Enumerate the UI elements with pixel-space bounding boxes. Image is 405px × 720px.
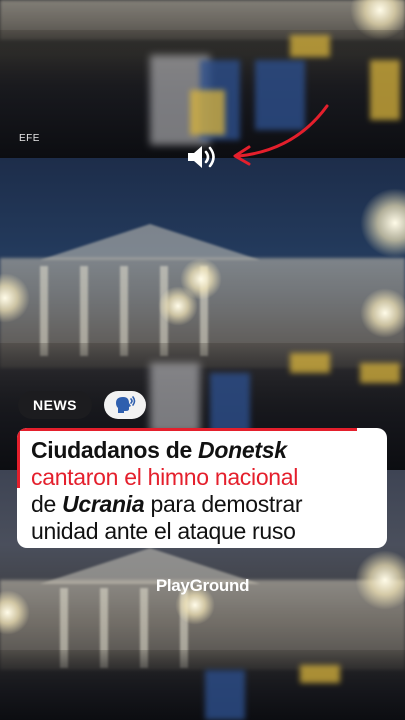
flag xyxy=(360,363,400,383)
flag xyxy=(210,373,250,433)
headline-line-3-prefix: de xyxy=(31,491,63,517)
video-frame[interactable]: EFE NEWS Ciudadanos de Donetsk cantaron xyxy=(0,0,405,720)
headline-line-3: de Ucrania para demostrar xyxy=(31,491,381,518)
flag xyxy=(290,353,330,373)
headline-line-3-suffix: para demostrar xyxy=(144,491,303,517)
headline-line-4: unidad ante el ataque ruso xyxy=(31,518,296,544)
street-light xyxy=(180,258,222,300)
headline-place-ucrania: Ucrania xyxy=(62,491,145,517)
headline-line-1: Ciudadanos de Donetsk xyxy=(31,437,381,464)
flag xyxy=(370,60,400,120)
headline-line-2: cantaron el himno nacional xyxy=(31,464,299,490)
red-arrow-icon xyxy=(225,100,335,168)
headline-card: Ciudadanos de Donetsk cantaron el himno … xyxy=(17,428,387,548)
speaking-head-icon xyxy=(116,396,136,413)
street-light xyxy=(360,188,405,258)
video-panel-middle xyxy=(0,158,405,470)
headline-prefix: Ciudadanos de xyxy=(31,437,199,463)
flag xyxy=(190,90,225,135)
accent-bar-top xyxy=(17,428,357,431)
news-tag[interactable]: NEWS xyxy=(18,391,92,419)
video-panel-top xyxy=(0,0,405,158)
news-tag-label: NEWS xyxy=(33,397,77,413)
accent-bar-left xyxy=(17,428,20,488)
street-light xyxy=(360,288,405,338)
speaker-icon[interactable] xyxy=(186,143,222,171)
flag xyxy=(205,670,245,720)
flag xyxy=(150,363,200,433)
flag xyxy=(300,665,340,683)
video-credit: EFE xyxy=(19,133,40,144)
playground-logo: PlayGround xyxy=(155,576,250,595)
headline-text: Ciudadanos de Donetsk cantaron el himno … xyxy=(31,437,381,545)
building-pediment xyxy=(40,224,260,260)
voice-tag[interactable] xyxy=(104,391,146,419)
flag xyxy=(290,35,330,57)
crowd-silhouette xyxy=(0,650,405,720)
headline-place-donetsk: Donetsk xyxy=(198,437,287,463)
